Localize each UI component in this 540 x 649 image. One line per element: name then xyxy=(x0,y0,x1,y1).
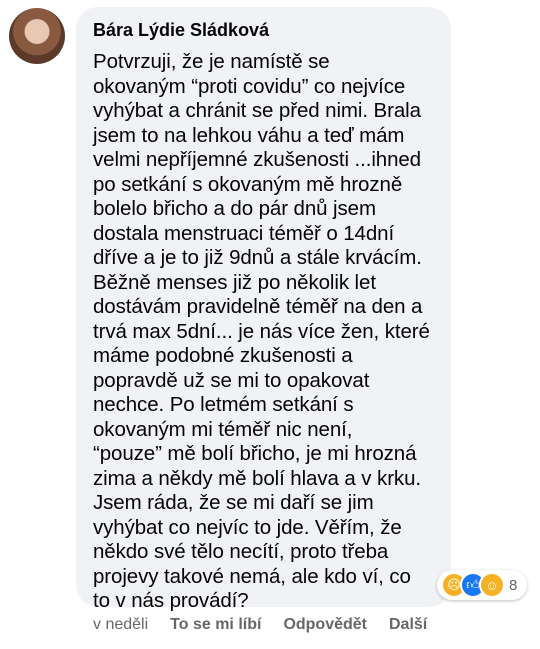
reply-button[interactable]: Odpovědět xyxy=(283,615,367,635)
reaction-count: 8 xyxy=(509,576,518,594)
comment-timestamp[interactable]: v neděli xyxy=(93,615,148,635)
haha-icon: ☺ xyxy=(479,572,505,598)
avatar[interactable] xyxy=(9,8,65,64)
comment-actions: v neděli To se mi líbí Odpovědět Další xyxy=(93,615,449,635)
comment-text: Potvrzuji, že je namístě se okovaným “pr… xyxy=(93,50,430,612)
comment-bubble: Bára Lýdie Sládková Potvrzuji, že je nam… xyxy=(76,7,451,612)
comment-author[interactable]: Bára Lýdie Sládková xyxy=(93,18,441,42)
more-button[interactable]: Další xyxy=(389,615,427,635)
reaction-summary[interactable]: ☹ 👍︎ ☺ 8 xyxy=(437,570,527,600)
like-button[interactable]: To se mi líbí xyxy=(170,615,261,635)
